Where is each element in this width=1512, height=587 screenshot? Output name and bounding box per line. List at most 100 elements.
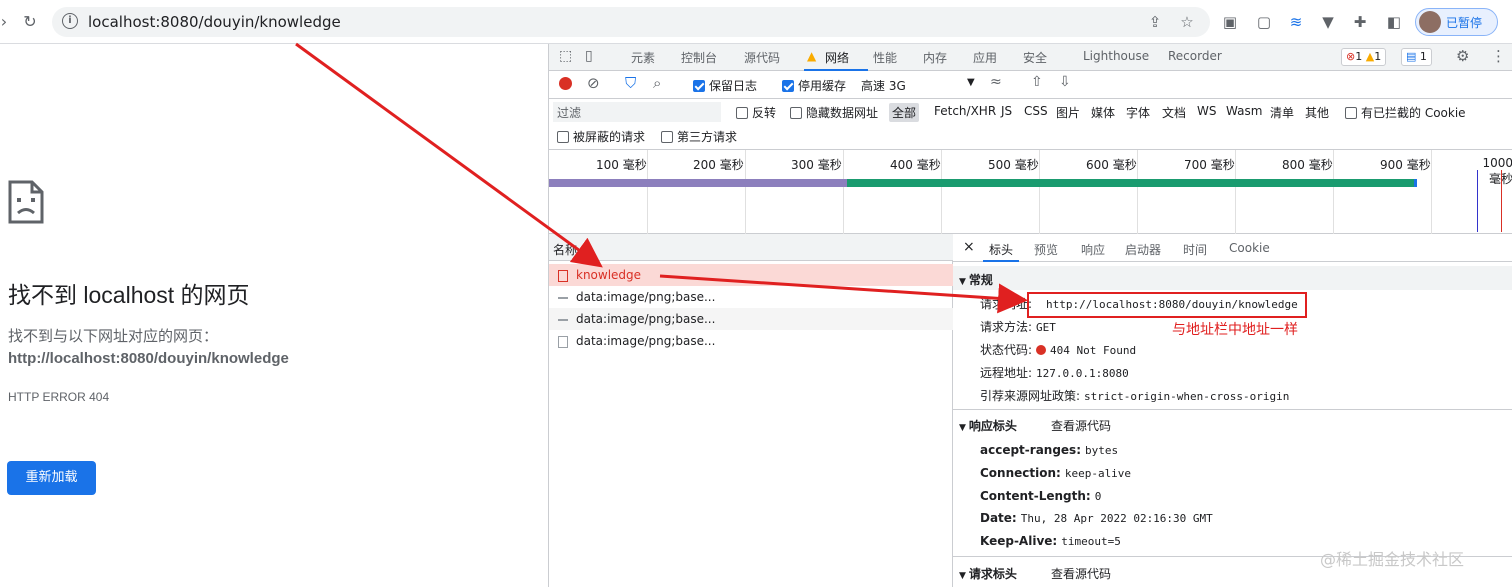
timeline-label: 100 毫秒 <box>596 158 647 172</box>
tab-response[interactable]: 响应 <box>1081 241 1105 258</box>
blocked-requests-checkbox[interactable]: 被屏蔽的请求 <box>557 128 645 145</box>
timeline-label: 600 毫秒 <box>1086 158 1137 172</box>
puzzle-icon[interactable]: ✚ <box>1350 12 1370 32</box>
hide-data-urls-checkbox[interactable]: 隐藏数据网址 <box>790 104 878 121</box>
filter-type-other[interactable]: 其他 <box>1305 104 1329 121</box>
request-row[interactable]: data:image/png;base... <box>549 308 953 330</box>
error-subtitle: 找不到与以下网址对应的网页： <box>8 328 219 345</box>
error-title: 找不到 localhost 的网页 <box>8 282 250 308</box>
filter-type-img[interactable]: 图片 <box>1056 104 1080 121</box>
more-menu-icon[interactable]: ⋮ <box>1491 47 1506 65</box>
filter-input[interactable]: 过滤 <box>553 102 721 122</box>
throttle-select[interactable]: 高速 3G <box>861 77 906 94</box>
filter-type-ws[interactable]: WS <box>1197 104 1216 118</box>
tab-network[interactable]: 网络 <box>825 49 849 66</box>
reload-icon[interactable]: ↻ <box>18 10 42 34</box>
device-toggle-icon[interactable]: ▯ <box>585 48 593 64</box>
tab-preview[interactable]: 预览 <box>1034 241 1058 258</box>
inspect-icon[interactable]: ⬚ <box>559 48 572 64</box>
qr-extension-icon[interactable]: ▣ <box>1220 12 1240 32</box>
filter-type-manifest[interactable]: 清单 <box>1270 104 1294 121</box>
close-icon[interactable]: × <box>963 239 975 255</box>
general-section-header[interactable]: ▼ 常规 <box>953 266 1512 290</box>
tab-console[interactable]: 控制台 <box>681 49 717 66</box>
profile-button[interactable]: 已暂停 <box>1415 8 1498 36</box>
tab-application[interactable]: 应用 <box>973 49 997 66</box>
request-row[interactable]: data:image/png;base... <box>549 330 953 352</box>
network-overview[interactable]: 100 毫秒 200 毫秒 300 毫秒 400 毫秒 500 毫秒 600 毫… <box>549 150 1512 234</box>
back-button[interactable]: › <box>0 10 16 34</box>
extension-icon[interactable]: ≋ <box>1286 12 1306 32</box>
throttle-value: 高速 3G <box>861 79 906 93</box>
blocked-cookies-checkbox[interactable]: 有已拦截的 Cookie <box>1345 104 1466 121</box>
name-column-header[interactable]: 名称 <box>549 234 953 261</box>
side-panel-icon[interactable]: ◧ <box>1384 12 1404 32</box>
browser-toolbar: › ↻ i localhost:8080/douyin/knowledge ⇪ … <box>0 0 1512 44</box>
clear-icon[interactable]: ⊘ <box>587 74 600 92</box>
tab-timing[interactable]: 时间 <box>1183 241 1207 258</box>
messages-badge[interactable]: ▤ 1 <box>1401 48 1432 66</box>
request-detail: × 标头 预览 响应 启动器 时间 Cookie ▼ 常规 请求网址: http:/… <box>953 234 1512 587</box>
record-icon[interactable] <box>559 77 572 90</box>
response-headers-section-header[interactable]: ▼ 响应标头 查看源代码 <box>953 412 1512 436</box>
request-method-value: GET <box>1036 321 1056 334</box>
tab-lighthouse[interactable]: Lighthouse <box>1083 49 1149 63</box>
preserve-log-checkbox[interactable]: 保留日志 <box>693 77 757 94</box>
address-bar[interactable]: i localhost:8080/douyin/knowledge <box>52 7 1210 37</box>
tab-cookies[interactable]: Cookie <box>1229 241 1270 255</box>
filter-type-all[interactable]: 全部 <box>889 103 920 122</box>
filter-type-js[interactable]: JS <box>1001 104 1012 118</box>
avatar <box>1419 11 1441 33</box>
active-detail-tab-indicator <box>983 260 1019 262</box>
response-header-row: Content-Length: 0 <box>980 489 1101 503</box>
request-row[interactable]: knowledge <box>549 264 953 286</box>
address-url[interactable]: localhost:8080/douyin/knowledge <box>88 13 341 31</box>
request-name: data:image/png;base... <box>576 290 716 304</box>
filter-type-wasm[interactable]: Wasm <box>1226 104 1262 118</box>
dom-content-loaded-marker <box>1477 170 1478 232</box>
invert-checkbox[interactable]: 反转 <box>736 104 776 121</box>
request-row[interactable]: data:image/png;base... <box>549 286 953 308</box>
collapse-triangle-icon: ▼ <box>959 277 966 287</box>
filter-type-font[interactable]: 字体 <box>1126 104 1150 121</box>
view-source-link[interactable]: 查看源代码 <box>1051 565 1111 582</box>
reload-button[interactable]: 重新加载 <box>7 461 96 495</box>
timeline-bar-waiting <box>549 179 847 187</box>
tab-performance[interactable]: 性能 <box>873 49 897 66</box>
request-name: knowledge <box>576 268 642 282</box>
search-icon[interactable]: ⌕ <box>653 74 661 92</box>
tab-recorder[interactable]: Recorder <box>1168 49 1222 63</box>
bookmark-star-icon[interactable]: ☆ <box>1177 12 1197 32</box>
status-code-value: 404 Not Found <box>1050 344 1137 357</box>
third-party-checkbox[interactable]: 第三方请求 <box>661 128 737 145</box>
timeline-gridline <box>941 150 942 234</box>
filter-type-media[interactable]: 媒体 <box>1091 104 1115 121</box>
filter-type-css[interactable]: CSS <box>1024 104 1048 118</box>
request-method-key: 请求方法: <box>980 320 1033 334</box>
gear-icon[interactable]: ⚙ <box>1456 47 1469 65</box>
filter-icon[interactable]: ⛉ <box>625 74 636 92</box>
chevron-down-icon[interactable]: ▼ <box>967 77 975 88</box>
extension-icon[interactable]: ▢ <box>1254 12 1274 32</box>
load-event-marker <box>1501 170 1502 232</box>
download-icon[interactable]: ⇩ <box>1059 74 1071 90</box>
tab-sources[interactable]: 源代码 <box>744 49 780 66</box>
upload-icon[interactable]: ⇧ <box>1031 74 1043 90</box>
view-source-link[interactable]: 查看源代码 <box>1051 417 1111 434</box>
blocked-cookies-label: 有已拦截的 Cookie <box>1361 106 1466 120</box>
extension-icon[interactable]: ▼ <box>1318 12 1338 32</box>
tab-elements[interactable]: 元素 <box>631 49 655 66</box>
tab-headers[interactable]: 标头 <box>989 241 1013 258</box>
filter-type-doc[interactable]: 文档 <box>1162 104 1186 121</box>
tab-initiator[interactable]: 启动器 <box>1125 241 1161 258</box>
tab-security[interactable]: 安全 <box>1023 49 1047 66</box>
referrer-policy-row: 引荐来源网址政策: strict-origin-when-cross-origin <box>980 387 1289 404</box>
tab-memory[interactable]: 内存 <box>923 49 947 66</box>
info-icon[interactable]: i <box>62 13 78 29</box>
disable-cache-checkbox[interactable]: 停用缓存 <box>782 77 846 94</box>
share-icon[interactable]: ⇪ <box>1145 12 1165 32</box>
network-conditions-icon[interactable]: ≈ <box>990 74 1002 90</box>
issues-badge[interactable]: ⊗1 ▲1 <box>1341 48 1387 66</box>
status-code-row: 状态代码: 404 Not Found <box>980 341 1136 358</box>
filter-type-fetch[interactable]: Fetch/XHR <box>934 104 996 118</box>
